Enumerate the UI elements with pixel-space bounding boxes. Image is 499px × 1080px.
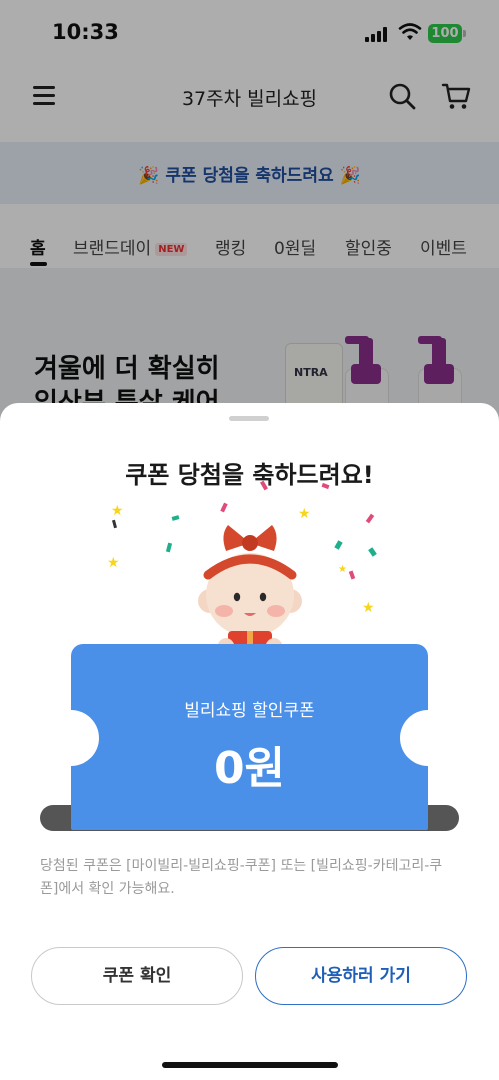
confetti-piece xyxy=(368,547,377,557)
app-screen: 10:33 100 37주차 빌리쇼핑 🎉 쿠폰 당첨을 축하드려요 🎉 홈 브… xyxy=(0,0,499,1080)
confetti-piece xyxy=(334,540,343,550)
coupon-amount: 0원 xyxy=(213,743,286,794)
coupon-notice-text: 당첨된 쿠폰은 [마이빌리-빌리쇼핑-쿠폰] 또는 [빌리쇼핑-카테고리-쿠폰]… xyxy=(40,858,443,897)
confetti-piece xyxy=(112,519,117,529)
sheet-grabber[interactable] xyxy=(229,416,269,421)
confetti-piece xyxy=(348,570,356,580)
confetti-piece xyxy=(220,502,228,513)
coupon-label: 빌리쇼핑 할인쿠폰 xyxy=(184,701,315,721)
confetti-piece xyxy=(165,542,173,553)
star-icon: ★ xyxy=(362,600,375,616)
go-use-button[interactable]: 사용하러 가기 xyxy=(255,947,467,1005)
sheet-title: 쿠폰 당첨을 축하드려요! xyxy=(125,461,374,489)
coupon-bottom-sheet: 쿠폰 당첨을 축하드려요! ★ ★ ★ ★ ★ 빌리쇼핑 할인쿠폰 0원 당첨된… xyxy=(0,403,499,1080)
star-icon: ★ xyxy=(111,503,124,519)
confetti-piece xyxy=(365,513,375,524)
confetti-piece xyxy=(171,515,180,521)
home-indicator[interactable] xyxy=(162,1062,338,1068)
star-icon: ★ xyxy=(107,555,120,571)
coupon-ticket: 빌리쇼핑 할인쿠폰 0원 xyxy=(43,644,456,830)
star-icon: ★ xyxy=(338,564,347,575)
coupon-check-button[interactable]: 쿠폰 확인 xyxy=(31,947,243,1005)
